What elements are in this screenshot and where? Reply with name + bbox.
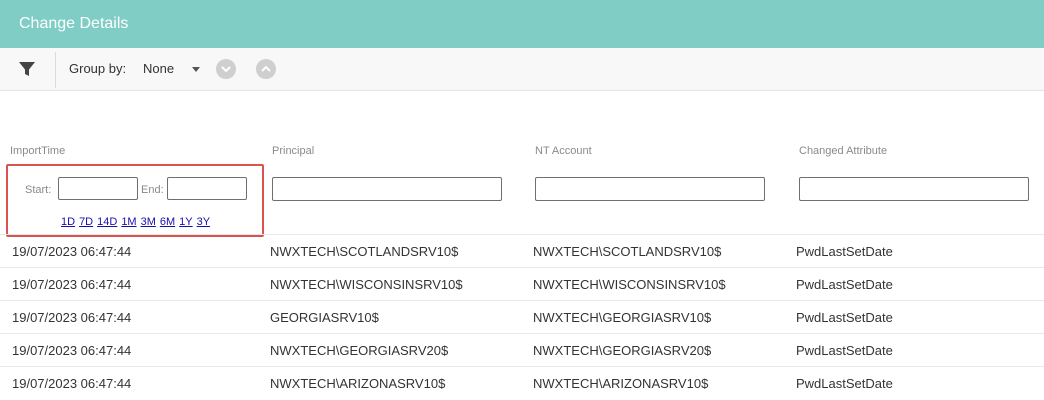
- changed-attribute-filter-input[interactable]: [799, 177, 1029, 201]
- table-row[interactable]: 19/07/2023 06:47:44 NWXTECH\WISCONSINSRV…: [0, 267, 1044, 300]
- import-time-cell: 19/07/2023 06:47:44: [12, 244, 132, 259]
- nt-account-cell: NWXTECH\SCOTLANDSRV10$: [533, 244, 722, 259]
- quick-range-14d[interactable]: 14D: [97, 216, 117, 228]
- quick-range-links: 1D 7D 14D 1M 3M 6M 1Y 3Y: [61, 216, 214, 228]
- chevron-up-icon: [261, 65, 271, 72]
- results-table: 19/07/2023 06:47:44 NWXTECH\SCOTLANDSRV1…: [0, 234, 1044, 399]
- import-time-cell: 19/07/2023 06:47:44: [12, 310, 132, 325]
- quick-range-6m[interactable]: 6M: [160, 216, 175, 228]
- changed-attribute-cell: PwdLastSetDate: [796, 310, 893, 325]
- toolbar: Group by: None: [0, 48, 1044, 91]
- table-row[interactable]: 19/07/2023 06:47:44 NWXTECH\GEORGIASRV20…: [0, 333, 1044, 366]
- quick-range-1m[interactable]: 1M: [121, 216, 136, 228]
- principal-cell: GEORGIASRV10$: [270, 310, 379, 325]
- start-label: Start:: [25, 184, 52, 196]
- quick-range-1d[interactable]: 1D: [61, 216, 75, 228]
- changed-attribute-cell: PwdLastSetDate: [796, 277, 893, 292]
- principal-cell: NWXTECH\SCOTLANDSRV10$: [270, 244, 459, 259]
- end-date-input[interactable]: [167, 177, 247, 200]
- quick-range-3y[interactable]: 3Y: [197, 216, 210, 228]
- end-label: End:: [141, 184, 164, 196]
- filter-button[interactable]: [10, 56, 44, 82]
- quick-range-3m[interactable]: 3M: [141, 216, 156, 228]
- nt-account-cell: NWXTECH\WISCONSINSRV10$: [533, 277, 726, 292]
- import-time-cell: 19/07/2023 06:47:44: [12, 277, 132, 292]
- changed-attribute-cell: PwdLastSetDate: [796, 376, 893, 391]
- changed-attribute-cell: PwdLastSetDate: [796, 244, 893, 259]
- principal-cell: NWXTECH\ARIZONASRV10$: [270, 376, 446, 391]
- column-header-nt-account[interactable]: NT Account: [535, 145, 592, 157]
- quick-range-1y[interactable]: 1Y: [179, 216, 192, 228]
- nt-account-cell: NWXTECH\ARIZONASRV10$: [533, 376, 709, 391]
- start-date-input[interactable]: [58, 177, 138, 200]
- quick-range-7d[interactable]: 7D: [79, 216, 93, 228]
- column-header-changed-attribute[interactable]: Changed Attribute: [799, 145, 887, 157]
- table-row[interactable]: 19/07/2023 06:47:44 GEORGIASRV10$ NWXTEC…: [0, 300, 1044, 333]
- table-row[interactable]: 19/07/2023 06:47:44 NWXTECH\ARIZONASRV10…: [0, 366, 1044, 399]
- principal-filter-input[interactable]: [272, 177, 502, 201]
- principal-cell: NWXTECH\WISCONSINSRV10$: [270, 277, 463, 292]
- group-by-select[interactable]: None: [138, 56, 206, 82]
- chevron-down-icon: [192, 67, 200, 72]
- principal-cell: NWXTECH\GEORGIASRV20$: [270, 343, 449, 358]
- window-title: Change Details: [0, 0, 1044, 48]
- table-row[interactable]: 19/07/2023 06:47:44 NWXTECH\SCOTLANDSRV1…: [0, 234, 1044, 267]
- toolbar-divider: [55, 52, 56, 88]
- chevron-down-icon: [221, 66, 231, 73]
- group-by-value: None: [143, 61, 175, 76]
- group-by-label: Group by:: [69, 61, 127, 76]
- filter-icon: [19, 62, 35, 76]
- changed-attribute-cell: PwdLastSetDate: [796, 343, 893, 358]
- import-time-cell: 19/07/2023 06:47:44: [12, 343, 132, 358]
- column-header-import-time[interactable]: ImportTime: [10, 145, 65, 157]
- column-header-principal[interactable]: Principal: [272, 145, 314, 157]
- nt-account-cell: NWXTECH\GEORGIASRV10$: [533, 310, 712, 325]
- import-time-cell: 19/07/2023 06:47:44: [12, 376, 132, 391]
- expand-all-button[interactable]: [256, 59, 276, 79]
- nt-account-filter-input[interactable]: [535, 177, 765, 201]
- collapse-all-button[interactable]: [216, 59, 236, 79]
- nt-account-cell: NWXTECH\GEORGIASRV20$: [533, 343, 712, 358]
